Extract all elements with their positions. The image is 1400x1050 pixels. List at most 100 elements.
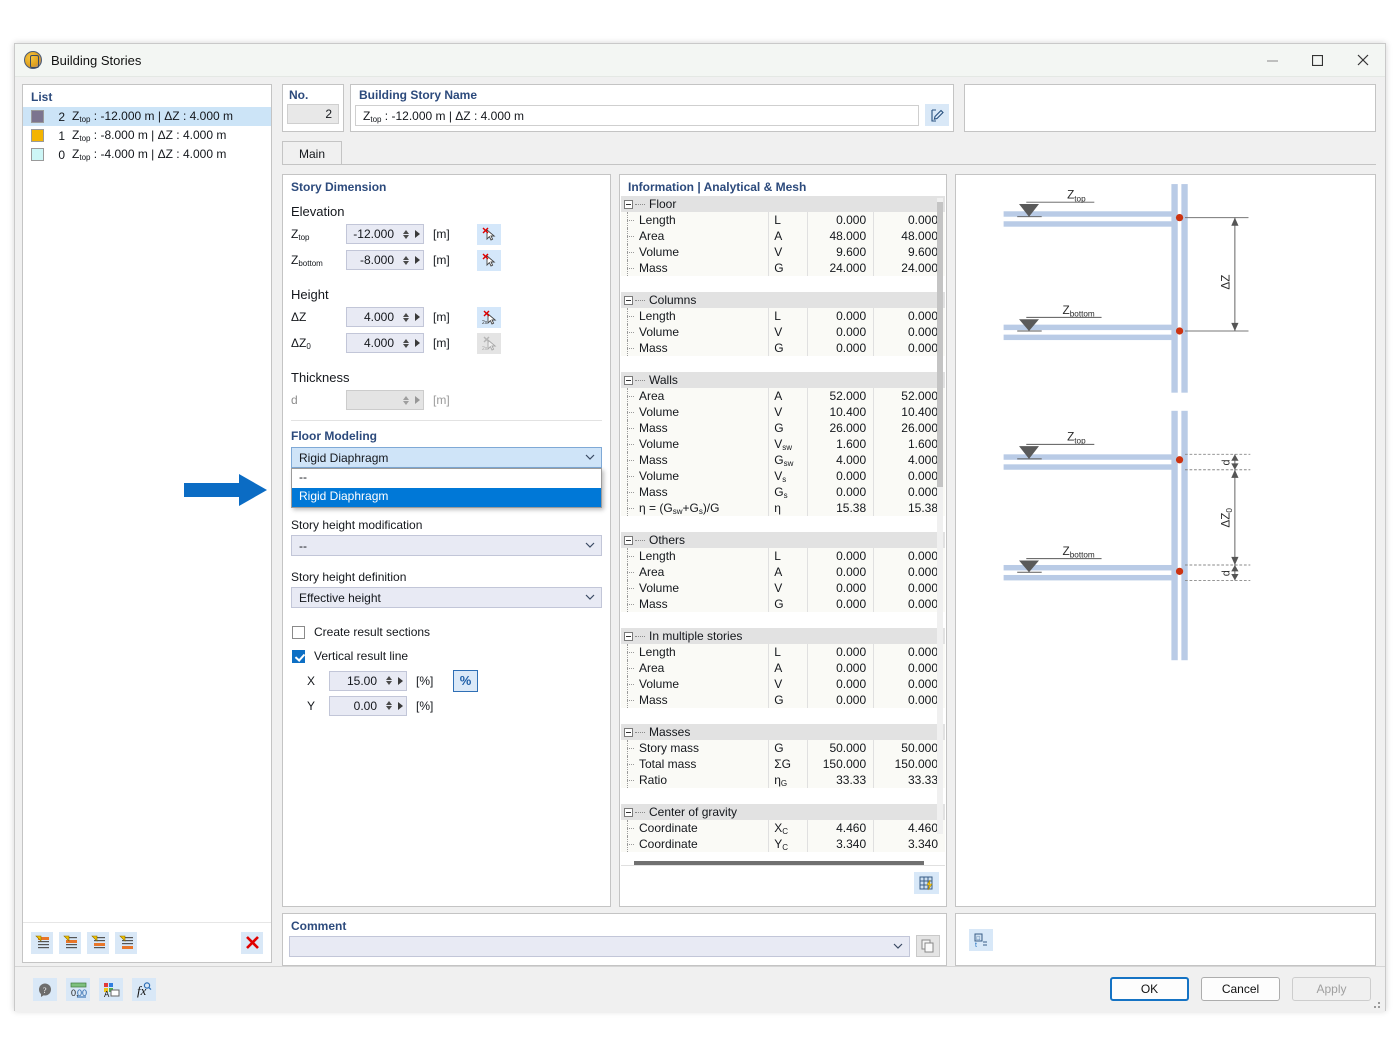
- stepper-arrows[interactable]: [383, 676, 394, 685]
- units-icon[interactable]: □ t: [969, 929, 993, 951]
- table-group-row[interactable]: Center of gravity: [621, 804, 945, 820]
- table-row[interactable]: Ratio ηG 33.33 33.33: [621, 772, 945, 788]
- table-row[interactable]: Mass G 0.000 0.000: [621, 596, 945, 612]
- list-item[interactable]: 0 Ztop : -4.000 m | ΔZ : 4.000 m: [23, 145, 271, 164]
- table-row[interactable]: Mass Gsw 4.000 4.000: [621, 452, 945, 468]
- collapse-icon[interactable]: [624, 375, 633, 385]
- table-row[interactable]: Area A 0.000 0.000: [621, 660, 945, 676]
- table-row[interactable]: Length L 0.000 0.000: [621, 212, 945, 228]
- vertical-result-line-row[interactable]: Vertical result line: [283, 644, 610, 668]
- table-row[interactable]: Total mass ΣG 150.000 150.000: [621, 756, 945, 772]
- maximize-button[interactable]: [1295, 44, 1340, 77]
- export-table-icon[interactable]: [914, 872, 939, 894]
- x-stepper[interactable]: 15.00: [329, 670, 407, 691]
- table-row[interactable]: Volume Vsw 1.600 1.600: [621, 436, 945, 452]
- table-row[interactable]: Mass G 26.000 26.000: [621, 420, 945, 436]
- comment-input[interactable]: [289, 935, 910, 957]
- delete-icon[interactable]: [241, 931, 263, 954]
- stepper-dropdown-icon[interactable]: [394, 676, 406, 685]
- table-group-row[interactable]: Walls: [621, 372, 945, 388]
- story-height-modification-select[interactable]: --: [291, 535, 602, 556]
- table-row[interactable]: Area A 48.000 48.000: [621, 228, 945, 244]
- y-stepper[interactable]: 0.00: [329, 695, 407, 716]
- table-row[interactable]: Mass G 0.000 0.000: [621, 340, 945, 356]
- table-row[interactable]: Story mass G 50.000 50.000: [621, 740, 945, 756]
- collapse-icon[interactable]: [624, 807, 633, 817]
- table-group-row[interactable]: Others: [621, 532, 945, 548]
- edit-pencil-icon[interactable]: [925, 104, 949, 126]
- table-group-row[interactable]: In multiple stories: [621, 628, 945, 644]
- ztop-stepper[interactable]: -12.000: [346, 224, 424, 244]
- table-group-row[interactable]: Floor: [621, 196, 945, 212]
- table-row[interactable]: Mass G 0.000 0.000: [621, 692, 945, 708]
- parameters-icon[interactable]: fx: [132, 978, 156, 1001]
- table-row[interactable]: Volume V 10.400 10.400: [621, 404, 945, 420]
- close-button[interactable]: [1340, 44, 1385, 77]
- table-row[interactable]: Coordinate XC 4.460 4.460: [621, 820, 945, 836]
- collapse-icon[interactable]: [624, 727, 633, 737]
- story-height-definition-select[interactable]: Effective height: [291, 587, 602, 608]
- stepper-dropdown-icon[interactable]: [411, 313, 423, 321]
- table-group-row[interactable]: Columns: [621, 292, 945, 308]
- copy-icon[interactable]: [916, 935, 940, 957]
- table-row[interactable]: Area A 52.000 52.000: [621, 388, 945, 404]
- stepper-dropdown-icon[interactable]: [411, 339, 423, 347]
- table-row[interactable]: Length L 0.000 0.000: [621, 548, 945, 564]
- vertical-result-line-checkbox[interactable]: [292, 649, 305, 663]
- minimize-button[interactable]: [1250, 44, 1295, 77]
- floor-modeling-dropdown[interactable]: -- Rigid Diaphragm: [291, 468, 602, 508]
- list-item[interactable]: 1 Ztop : -8.000 m | ΔZ : 4.000 m: [23, 126, 271, 145]
- stepper-arrows[interactable]: [400, 312, 411, 322]
- stepper-arrows[interactable]: [400, 255, 411, 265]
- stepper-dropdown-icon[interactable]: [394, 701, 406, 710]
- ok-button[interactable]: OK: [1110, 977, 1189, 1001]
- cancel-button[interactable]: Cancel: [1201, 977, 1280, 1001]
- table-row[interactable]: Volume Vs 0.000 0.000: [621, 468, 945, 484]
- stepper-arrows[interactable]: [383, 701, 394, 710]
- table-row[interactable]: Length L 0.000 0.000: [621, 308, 945, 324]
- display-properties-icon[interactable]: A: [99, 978, 123, 1001]
- insert-story-above-icon[interactable]: [31, 931, 53, 954]
- zbottom-stepper[interactable]: -8.000: [346, 250, 424, 270]
- tab-main[interactable]: Main: [282, 141, 343, 165]
- vertical-scrollbar[interactable]: [937, 198, 943, 834]
- scrollbar-thumb[interactable]: [937, 202, 943, 487]
- dropdown-option-selected[interactable]: Rigid Diaphragm: [292, 488, 601, 507]
- floor-modeling-select[interactable]: Rigid Diaphragm: [291, 447, 602, 468]
- dz0-stepper[interactable]: 4.000: [346, 333, 424, 353]
- pick-point-icon[interactable]: [477, 249, 501, 271]
- create-result-sections-row[interactable]: Create result sections: [283, 620, 610, 644]
- collapse-icon[interactable]: [624, 295, 633, 305]
- table-group-row[interactable]: Masses: [621, 724, 945, 740]
- insert-story-below-icon[interactable]: [59, 931, 81, 954]
- chevron-down-icon[interactable]: [893, 941, 903, 951]
- stepper-arrows[interactable]: [400, 229, 411, 239]
- percent-button[interactable]: %: [453, 669, 478, 692]
- stepper-dropdown-icon[interactable]: [411, 230, 423, 238]
- collapse-icon[interactable]: [624, 631, 633, 641]
- help-icon[interactable]: ?: [33, 978, 57, 1001]
- stepper-dropdown-icon[interactable]: [411, 256, 423, 264]
- collapse-icon[interactable]: [624, 535, 633, 545]
- table-row[interactable]: η = (Gsw+Gs)/G η 15.38 15.38: [621, 500, 945, 516]
- table-row[interactable]: Mass Gs 0.000 0.000: [621, 484, 945, 500]
- decimal-places-icon[interactable]: 0, 00: [66, 978, 90, 1001]
- pick-point-icon[interactable]: [477, 223, 501, 245]
- stepper-arrows[interactable]: [400, 338, 411, 348]
- insert-story-middle-icon[interactable]: [87, 931, 109, 954]
- story-name-input[interactable]: Ztop : -12.000 m | ΔZ : 4.000 m: [355, 104, 919, 126]
- pick-distance-icon[interactable]: 2x: [477, 306, 501, 328]
- collapse-icon[interactable]: [624, 199, 633, 209]
- table-row[interactable]: Mass G 24.000 24.000: [621, 260, 945, 276]
- table-row[interactable]: Volume V 0.000 0.000: [621, 580, 945, 596]
- table-row[interactable]: Length L 0.000 0.000: [621, 644, 945, 660]
- dropdown-option[interactable]: --: [292, 469, 601, 488]
- insert-story-bottom-icon[interactable]: [115, 931, 137, 954]
- list-item[interactable]: 2 Ztop : -12.000 m | ΔZ : 4.000 m: [23, 107, 271, 126]
- table-row[interactable]: Coordinate YC 3.340 3.340: [621, 836, 945, 852]
- create-result-sections-checkbox[interactable]: [292, 625, 305, 639]
- dz-stepper[interactable]: 4.000: [346, 307, 424, 327]
- table-row[interactable]: Volume V 0.000 0.000: [621, 324, 945, 340]
- table-row[interactable]: Volume V 0.000 0.000: [621, 676, 945, 692]
- table-row[interactable]: Volume V 9.600 9.600: [621, 244, 945, 260]
